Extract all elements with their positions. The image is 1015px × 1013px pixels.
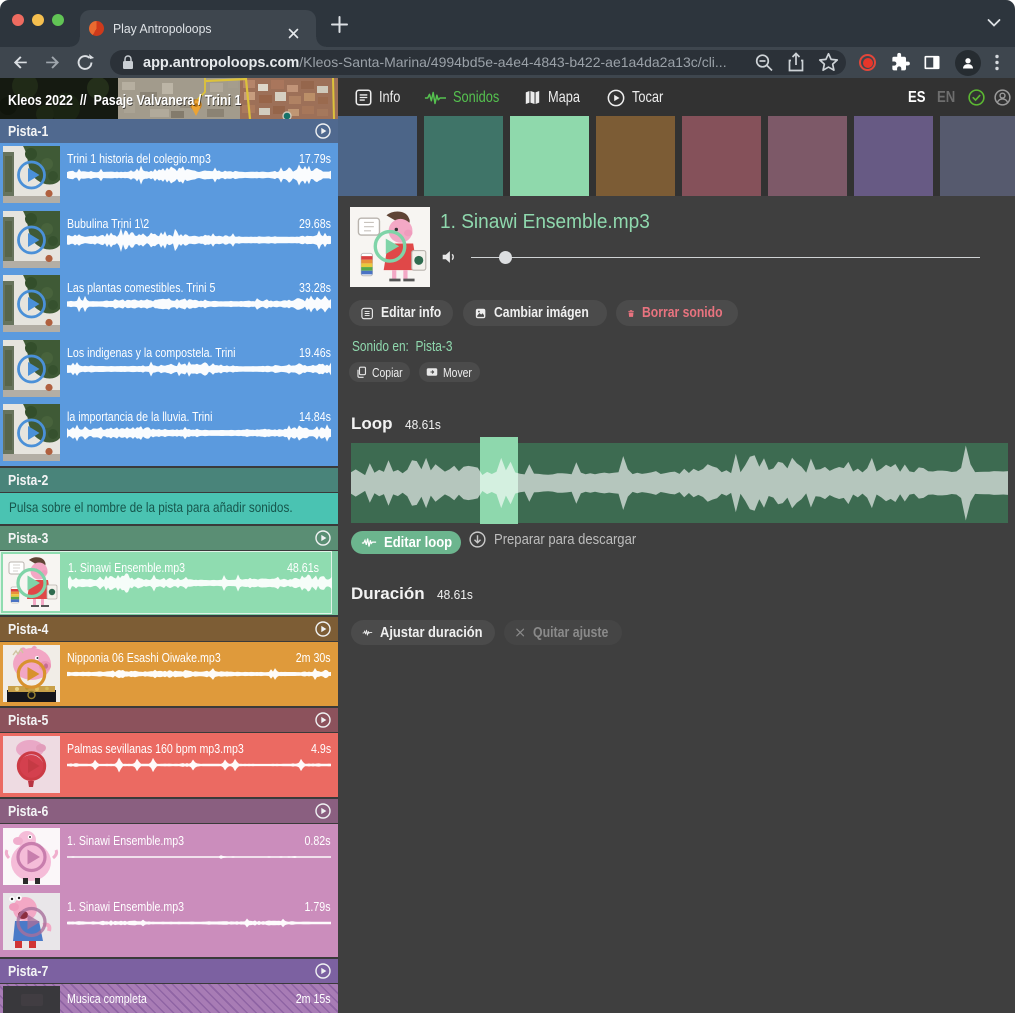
- svg-text:Kleos 2022 // Pasaje Valvane: Kleos 2022 // Pasaje Valvanera / Trini 1: [8, 92, 242, 108]
